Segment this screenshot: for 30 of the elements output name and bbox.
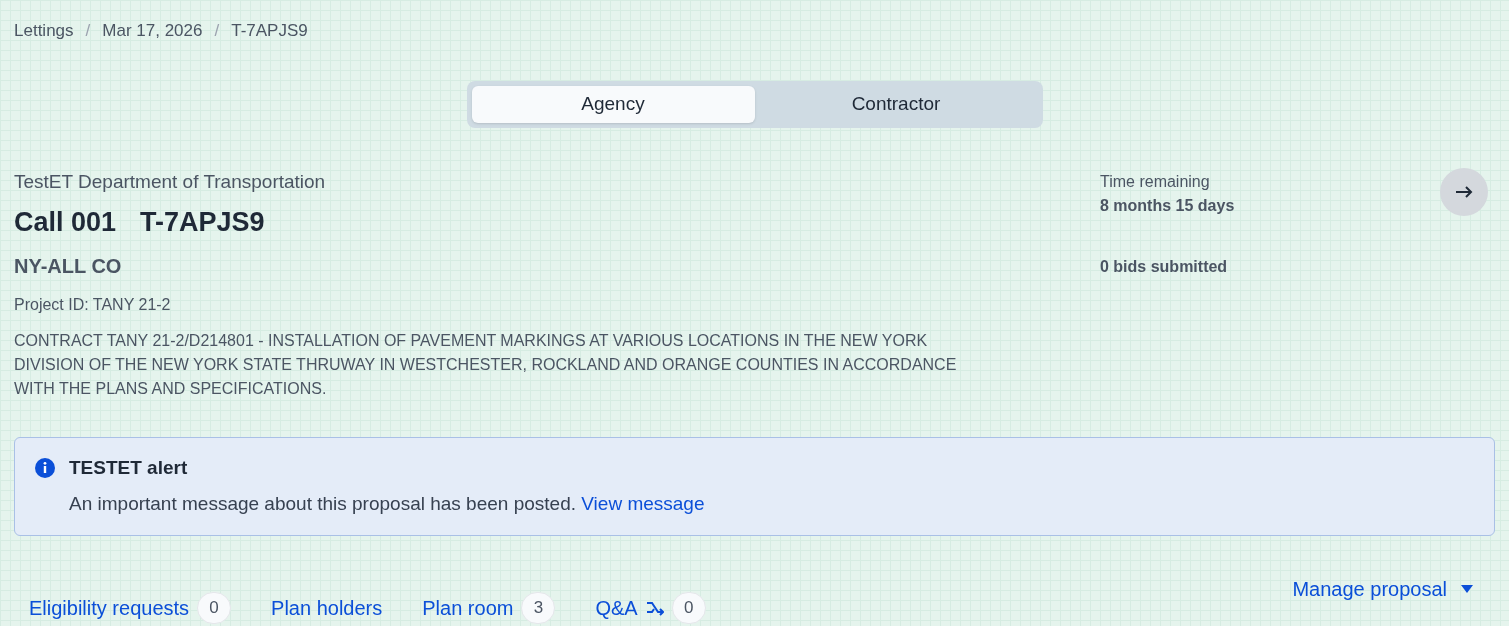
count-badge: 0 (671, 591, 706, 624)
view-message-link[interactable]: View message (581, 493, 705, 514)
nav-link[interactable]: Eligibility requests (29, 592, 190, 623)
breadcrumb-separator: / (85, 20, 91, 42)
nav-link[interactable]: Plan holders (271, 592, 383, 623)
time-remaining-value: 8 months 15 days (1100, 195, 1236, 216)
alert-title: TESTET alert (69, 455, 189, 480)
bids-count: 0 bids submitted (1100, 256, 1229, 277)
count-badge: 3 (521, 591, 556, 624)
next-button[interactable] (1440, 167, 1488, 216)
project-id: Project ID: TANY 21-2 (14, 294, 172, 315)
manage-proposal-button[interactable]: Manage proposal (1292, 573, 1473, 604)
info-icon (35, 457, 55, 478)
alert-message: An important message about this proposal has been posted. View message (69, 492, 705, 516)
toggle-tab[interactable]: Agency (471, 85, 755, 123)
breadcrumb-item[interactable]: Mar 17, 2026 (102, 18, 203, 44)
count-badge: 0 (197, 591, 232, 624)
toggle-tab[interactable]: Contractor (754, 85, 1038, 123)
nav-link[interactable]: Plan room (422, 592, 514, 623)
breadcrumb-separator: / (214, 20, 220, 42)
call-number: Call 001 (14, 206, 117, 239)
time-remaining-label: Time remaining (1100, 171, 1211, 192)
description: CONTRACT TANY 21-2/D214801 - INSTALLATION OF PAVEMENT MARKINGS AT VARIOUS LOCATIONS IN THE NEW YORK DIVISION OF THE NEW YORK STATE THRUWAY IN WESTCHESTER, ROCKLAND AND ORANGE COUNTIES IN ACCORDANCE WITH THE PLANS AND SPECIFICATIONS. (14, 330, 958, 399)
breadcrumb-item: T-7APJS9 (231, 20, 308, 42)
proposal-id: T-7APJS9 (140, 206, 265, 239)
county: NY-ALL CO (14, 253, 123, 279)
nav-link[interactable]: Q&A (595, 592, 638, 623)
caret-down-icon (1461, 584, 1473, 593)
breadcrumb-item[interactable]: Lettings (14, 18, 74, 44)
agency-name: TestET Department of Transportation (14, 169, 327, 194)
